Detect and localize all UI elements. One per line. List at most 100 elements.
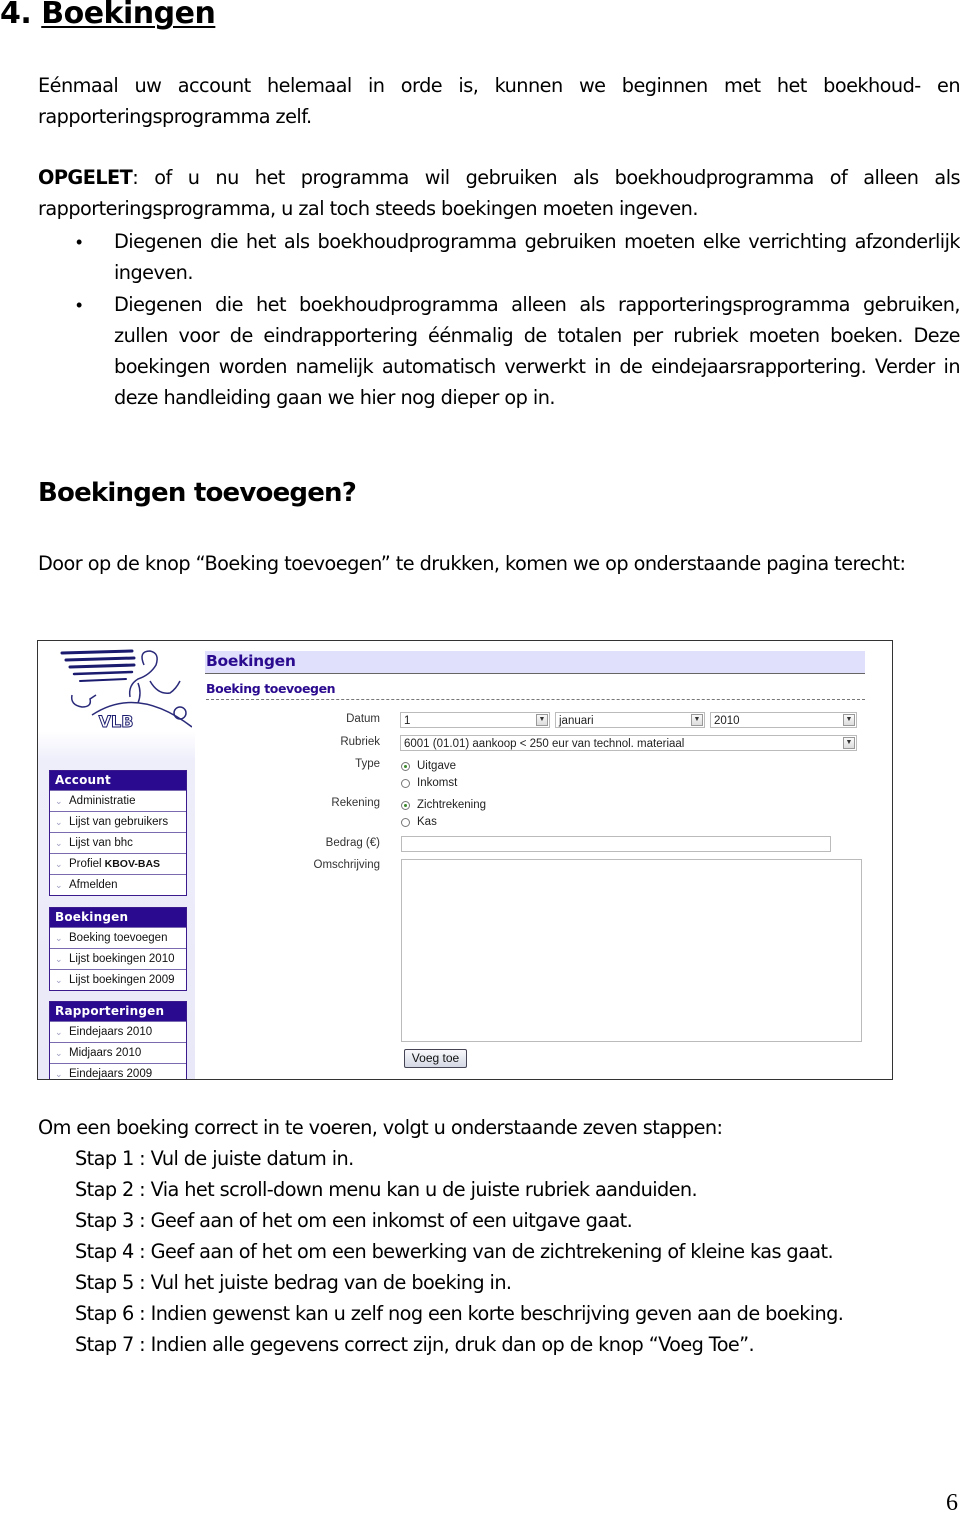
sidebar-section-rapporteringen: Rapporteringen ⌄ Eindejaars 2010 ⌄ Midjaar… xyxy=(49,1001,187,1080)
sidebar-item-administratie[interactable]: ⌄ Administratie xyxy=(50,790,186,811)
chevron-down-icon[interactable]: ▼ xyxy=(536,714,548,726)
rubriek-select[interactable]: 6001 (01.01) aankoop < 250 eur van techn… xyxy=(400,735,857,751)
sidebar-item-label: Boeking toevoegen xyxy=(69,932,168,944)
steps-intro: Om een boeking correct in te voeren, vol… xyxy=(38,1116,723,1139)
sidebar-item-label: Lijst van bhc xyxy=(69,837,133,849)
radio-label: Zichtrekening xyxy=(417,799,487,811)
sidebar-item-midjaars-2010[interactable]: ⌄ Midjaars 2010 xyxy=(50,1042,186,1063)
chevron-down-icon[interactable]: ▼ xyxy=(843,714,855,726)
sidebar-item-lijst-boekingen-2009[interactable]: ⌄ Lijst boekingen 2009 xyxy=(50,969,186,990)
sidebar-item-label: Lijst van gebruikers xyxy=(69,816,169,828)
chevron-down-icon: ⌄ xyxy=(55,1048,63,1058)
step-item: Stap 3 : Geef aan of het om een inkomst … xyxy=(75,1209,633,1232)
page-subtitle: Boeking toevoegen xyxy=(206,681,865,700)
step-item: Stap 2 : Via het scroll-down menu kan u … xyxy=(75,1178,698,1201)
bullet-item: Diegenen die het boekhoudprogramma allee… xyxy=(114,293,960,409)
sidebar-section-boekingen: Boekingen ⌄ Boeking toevoegen ⌄ Lijst boek… xyxy=(49,907,187,991)
radio-checked-icon[interactable] xyxy=(401,800,410,810)
voeg-toe-button[interactable]: Voeg toe xyxy=(404,1049,467,1068)
sidebar-item-lijst-boekingen-2010[interactable]: ⌄ Lijst boekingen 2010 xyxy=(50,948,186,969)
radio-unchecked-icon[interactable] xyxy=(401,817,410,827)
page-title-bar: Boekingen xyxy=(205,651,865,674)
page-title: Boekingen xyxy=(206,652,296,670)
type-label: Type xyxy=(355,758,380,770)
section-number: 4. xyxy=(0,0,32,31)
sidebar-item-label: Afmelden xyxy=(69,879,118,891)
sidebar-item-profiel[interactable]: ⌄ Profiel KBOV-BAS xyxy=(50,853,186,874)
section-title: Boekingen xyxy=(41,0,216,31)
sidebar-section-title: Boekingen xyxy=(50,908,186,927)
app-screenshot: VLB Account ⌄ Administratie ⌄ Lijst van ge… xyxy=(37,640,893,1080)
main-content: Boekingen Boeking toevoegen Datum Rubrie… xyxy=(205,641,865,1079)
rubriek-label: Rubriek xyxy=(340,736,380,748)
sidebar-section-title: Rapporteringen xyxy=(50,1002,186,1021)
radio-label: Kas xyxy=(417,816,437,828)
type-radio-uitgave[interactable]: Uitgave xyxy=(401,758,456,774)
rekening-radio-kas[interactable]: Kas xyxy=(401,814,437,830)
sidebar-item-afmelden[interactable]: ⌄ Afmelden xyxy=(50,874,186,895)
bedrag-input[interactable] xyxy=(401,836,831,852)
sidebar-item-eindejaars-2010[interactable]: ⌄ Eindejaars 2010 xyxy=(50,1021,186,1042)
rubriek-value: 6001 (01.01) aankoop < 250 eur van techn… xyxy=(404,738,685,750)
bullet-icon: • xyxy=(76,295,83,315)
warning-paragraph: OPGELET: of u nu het programma wil gebru… xyxy=(38,162,960,224)
sidebar-item-label: Midjaars 2010 xyxy=(69,1047,142,1059)
intro-paragraph: Eénmaal uw account helemaal in orde is, … xyxy=(38,74,960,128)
sidebar-item-label: Profiel xyxy=(69,858,102,870)
page-number: 6 xyxy=(946,1490,958,1516)
steps-list: Om een boeking correct in te voeren, vol… xyxy=(38,1112,844,1360)
step-item: Stap 5 : Vul het juiste bedrag van de bo… xyxy=(75,1271,512,1294)
sidebar-item-label: Lijst boekingen 2009 xyxy=(69,974,175,986)
chevron-down-icon: ⌄ xyxy=(55,859,63,869)
step-item: Stap 4 : Geef aan of het om een bewerkin… xyxy=(75,1240,834,1263)
bullet-item: Diegenen die het als boekhoudprogramma g… xyxy=(114,230,960,284)
radio-unchecked-icon[interactable] xyxy=(401,778,410,788)
sidebar-item-lijst-bhc[interactable]: ⌄ Lijst van bhc xyxy=(50,832,186,853)
day-select[interactable]: 1 ▼ xyxy=(400,712,550,728)
sidebar-section-account: Account ⌄ Administratie ⌄ Lijst van gebrui… xyxy=(49,770,187,896)
sidebar-item-label: Eindejaars 2009 xyxy=(69,1068,153,1080)
year-select[interactable]: 2010 ▼ xyxy=(710,712,857,728)
sidebar-item-label: Administratie xyxy=(69,795,136,807)
sidebar-item-label: Lijst boekingen 2010 xyxy=(69,953,175,965)
step-item: Stap 1 : Vul de juiste datum in. xyxy=(75,1147,354,1170)
chevron-down-icon: ⌄ xyxy=(55,817,63,827)
chevron-down-icon: ⌄ xyxy=(55,838,63,848)
sidebar-item-eindejaars-2009[interactable]: ⌄ Eindejaars 2009 xyxy=(50,1063,186,1080)
vlb-logo: VLB xyxy=(60,649,192,731)
rekening-label: Rekening xyxy=(331,797,380,809)
chevron-down-icon: ⌄ xyxy=(55,954,63,964)
omschrijving-textarea[interactable] xyxy=(401,859,862,1042)
chevron-down-icon[interactable]: ▼ xyxy=(691,714,703,726)
sidebar-item-label: Eindejaars 2010 xyxy=(69,1026,153,1038)
bullet-icon: • xyxy=(76,232,83,252)
chevron-down-icon[interactable]: ▼ xyxy=(843,737,855,749)
chevron-down-icon: ⌄ xyxy=(55,975,63,985)
warning-label: OPGELET xyxy=(38,166,133,189)
chevron-down-icon: ⌄ xyxy=(55,1027,63,1037)
chevron-down-icon: ⌄ xyxy=(55,796,63,806)
bedrag-label: Bedrag (€) xyxy=(325,837,380,849)
sidebar-section-title: Account xyxy=(50,771,186,790)
radio-label: Inkomst xyxy=(417,777,458,789)
chevron-down-icon: ⌄ xyxy=(55,880,63,890)
subheading: Boekingen toevoegen? xyxy=(38,478,357,508)
sidebar-item-lijst-gebruikers[interactable]: ⌄ Lijst van gebruikers xyxy=(50,811,186,832)
logo-text: VLB xyxy=(99,712,134,731)
radio-checked-icon[interactable] xyxy=(401,761,410,771)
rekening-radio-zichtrekening[interactable]: Zichtrekening xyxy=(401,797,486,813)
sidebar-item-boeking-toevoegen[interactable]: ⌄ Boeking toevoegen xyxy=(50,927,186,948)
type-radio-inkomst[interactable]: Inkomst xyxy=(401,775,457,791)
radio-label: Uitgave xyxy=(417,760,456,772)
section-heading: 4. Boekingen xyxy=(0,0,216,31)
sidebar: VLB Account ⌄ Administratie ⌄ Lijst van ge… xyxy=(38,641,195,1080)
day-value: 1 xyxy=(404,715,411,727)
profile-name: KBOV-BAS xyxy=(104,858,161,870)
year-value: 2010 xyxy=(714,715,740,727)
chevron-down-icon: ⌄ xyxy=(55,1069,63,1079)
chevron-down-icon: ⌄ xyxy=(55,933,63,943)
month-select[interactable]: januari ▼ xyxy=(555,712,705,728)
omschrijving-label: Omschrijving xyxy=(313,859,380,871)
lead-paragraph: Door op de knop “Boeking toevoegen” te d… xyxy=(38,552,906,575)
datum-label: Datum xyxy=(346,713,380,725)
